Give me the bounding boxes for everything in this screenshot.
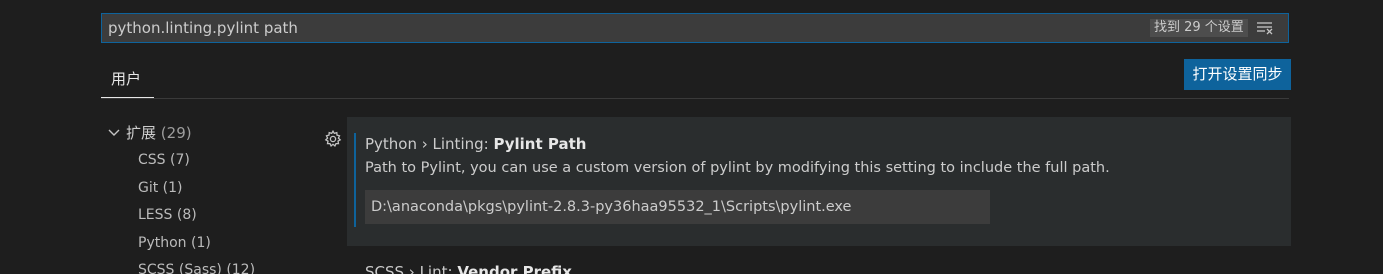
turn-on-settings-sync-button[interactable]: 打开设置同步 [1184,59,1291,90]
setting-name: Pylint Path [493,135,587,153]
next-setting-name: Vendor Prefix [457,263,572,274]
toc-group-extensions[interactable]: 扩展 (29) [106,120,316,147]
focus-indicator [354,133,356,227]
next-setting-title: SCSS › Lint: Vendor Prefix [365,262,572,274]
tab-divider [101,98,1289,99]
toc-item-git[interactable]: Git (1) [106,175,316,203]
setting-description: Path to Pylint, you can use a custom ver… [365,160,1110,176]
setting-title: Python › Linting: Pylint Path [365,134,586,154]
search-input[interactable] [102,14,1132,42]
toc-item-scss[interactable]: SCSS (Sass) (12) [106,257,316,274]
toc-group-count: (29) [160,124,192,142]
toc-item-python[interactable]: Python (1) [106,230,316,258]
setting-value-input[interactable] [365,190,990,224]
gear-icon[interactable] [323,129,343,149]
toc-item-css[interactable]: CSS (7) [106,147,316,175]
next-setting-category: SCSS › Lint: [365,263,458,274]
toc-item-less[interactable]: LESS (8) [106,202,316,230]
clear-filter-icon[interactable] [1256,20,1274,36]
tab-user[interactable]: 用户 [101,64,154,98]
search-result-count: 找到 29 个设置 [1150,19,1248,37]
toc-group-label: 扩展 [126,124,157,142]
setting-category: Python › Linting: [365,135,494,153]
settings-editor: 找到 29 个设置 用户 打开设置同步 扩展 (29) CSS (7) Git … [0,0,1383,274]
chevron-down-icon [106,123,122,139]
search-box: 找到 29 个设置 [101,13,1289,43]
settings-toc: 扩展 (29) CSS (7) Git (1) LESS (8) Python … [106,120,316,274]
